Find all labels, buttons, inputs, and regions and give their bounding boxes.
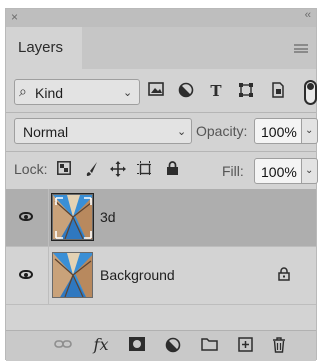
chevron-down-icon: ⌄ (305, 165, 314, 176)
smart-object-filter-icon[interactable] (268, 82, 288, 102)
blend-mode-select[interactable]: Normal ⌄ (14, 118, 192, 144)
opacity-value: 100% (261, 124, 297, 140)
hamburger-menu-icon[interactable] (294, 44, 308, 53)
fill-label: Fill: (222, 163, 244, 179)
group-folder-icon[interactable] (198, 337, 220, 355)
panel-tab-bar: Layers (6, 27, 316, 69)
layer-row-3d[interactable]: 3d (6, 189, 316, 246)
lock-label: Lock: (14, 161, 48, 177)
layer-thumbnail (51, 193, 94, 241)
divider (6, 112, 316, 113)
divider (6, 304, 316, 305)
panel-title-bar: × ‹‹ (6, 9, 316, 27)
layers-list: 3d Background (6, 189, 316, 330)
lock-all-icon[interactable] (162, 161, 182, 180)
eye-icon[interactable] (19, 270, 33, 279)
chevron-down-icon: ⌄ (305, 125, 314, 136)
fill-input[interactable]: 100% (254, 158, 302, 184)
filter-toggle-icon[interactable] (304, 80, 317, 105)
lock-position-icon[interactable] (108, 161, 128, 181)
new-layer-icon[interactable] (234, 337, 256, 356)
layers-panel: × ‹‹ Layers ⌕ Kind ⌄ T Normal ⌄ Opacity:… (5, 8, 318, 361)
layer-name: 3d (100, 209, 116, 225)
lock-image-pixels-icon[interactable] (82, 161, 102, 181)
adjustment-layer-filter-icon[interactable] (176, 82, 196, 102)
layer-thumbnail (52, 252, 93, 298)
lock-artboard-icon[interactable] (135, 161, 155, 181)
layer-row-background[interactable]: Background (6, 247, 316, 304)
adjustment-layer-icon[interactable] (162, 337, 184, 357)
search-icon: ⌕ (19, 83, 27, 99)
chevron-down-icon: ⌄ (123, 87, 133, 99)
chevron-down-icon: ⌄ (177, 126, 187, 138)
visibility-column (6, 189, 49, 246)
filter-kind-value: Kind (35, 85, 64, 101)
panel-footer: fx (6, 330, 316, 361)
close-panel-button[interactable]: × (11, 10, 18, 24)
trash-icon[interactable] (268, 337, 290, 357)
type-layer-filter-icon[interactable]: T (206, 82, 226, 102)
shape-layer-filter-icon[interactable] (236, 82, 256, 102)
opacity-input[interactable]: 100% (254, 118, 302, 144)
filter-kind-select[interactable]: ⌕ Kind ⌄ (14, 79, 140, 105)
lock-icon (278, 267, 290, 284)
visibility-column (6, 247, 49, 304)
lock-transparent-pixels-icon[interactable] (54, 161, 74, 179)
add-mask-icon[interactable] (126, 337, 148, 355)
pixel-layer-filter-icon[interactable] (146, 82, 166, 102)
tab-layers[interactable]: Layers (6, 27, 82, 69)
fill-value: 100% (261, 164, 297, 180)
layer-style-icon[interactable]: fx (90, 335, 112, 354)
fill-dropdown-button[interactable]: ⌄ (302, 158, 318, 184)
collapse-panel-button[interactable]: ‹‹ (305, 9, 311, 21)
layer-name: Background (100, 267, 175, 283)
link-layers-icon[interactable] (52, 337, 74, 354)
tab-layers-label: Layers (18, 39, 64, 56)
eye-icon[interactable] (19, 212, 33, 221)
opacity-dropdown-button[interactable]: ⌄ (302, 118, 318, 144)
blend-mode-value: Normal (23, 124, 69, 140)
divider (6, 151, 316, 152)
opacity-label: Opacity: (196, 123, 248, 139)
